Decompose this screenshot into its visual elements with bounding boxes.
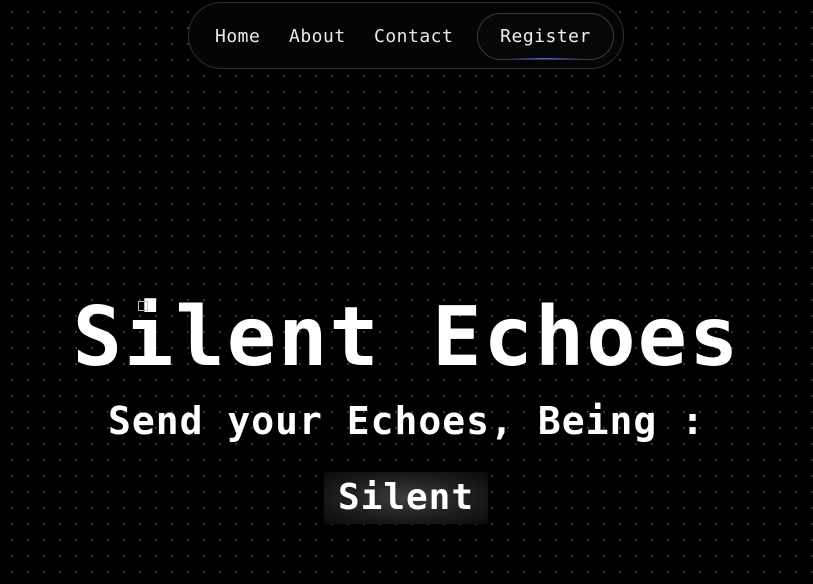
nav-link-contact[interactable]: Contact bbox=[374, 26, 453, 47]
nav-link-home[interactable]: Home bbox=[215, 26, 260, 47]
top-nav: Home About Contact Register bbox=[188, 2, 624, 69]
rotating-word-box: Silent bbox=[324, 472, 488, 524]
register-button-glow bbox=[506, 58, 585, 59]
nav-link-about[interactable]: About bbox=[289, 26, 346, 47]
hero-title: Silent Echoes bbox=[72, 290, 741, 385]
rotating-word: Silent bbox=[337, 477, 475, 518]
register-button-label: Register bbox=[500, 26, 591, 47]
landing-page: Home About Contact Register Silent Echoe… bbox=[0, 0, 813, 584]
register-button[interactable]: Register bbox=[477, 13, 614, 60]
hero-subtitle: Send your Echoes, Being : bbox=[108, 399, 705, 443]
mouse-cursor-icon bbox=[138, 301, 148, 311]
